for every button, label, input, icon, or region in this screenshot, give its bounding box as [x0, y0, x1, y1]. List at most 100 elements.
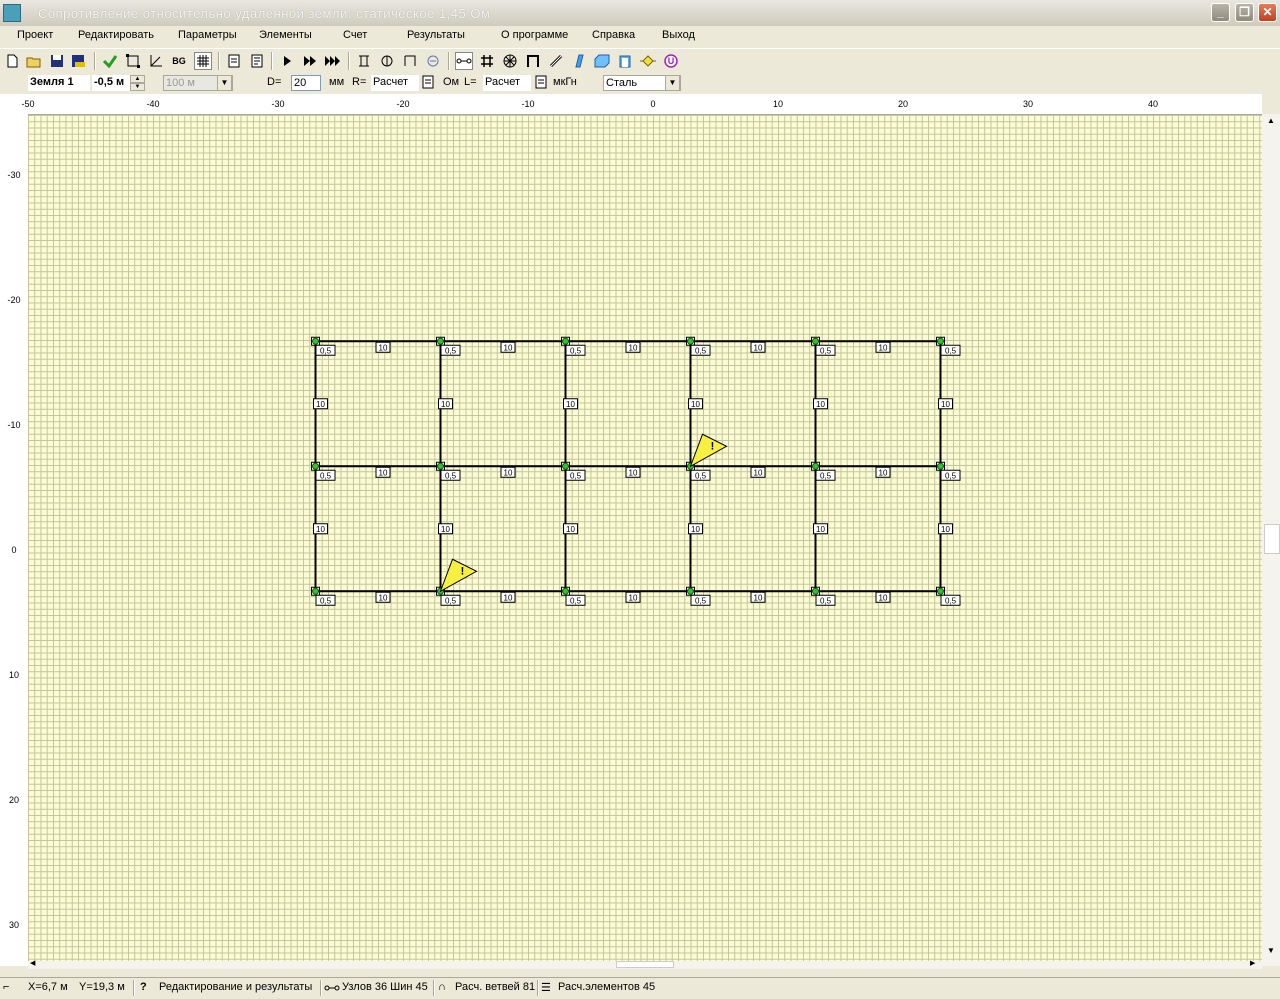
node-marker[interactable]	[812, 587, 819, 595]
node-depth-label: 0,5	[320, 471, 332, 480]
nodes-icon	[324, 983, 340, 995]
r-calc-icon[interactable]	[420, 74, 436, 90]
scroll-down-arrow[interactable]: ▼	[1264, 946, 1278, 960]
select-frame-icon[interactable]	[124, 52, 142, 70]
arch-icon[interactable]	[524, 52, 542, 70]
tool-2-icon[interactable]	[378, 52, 396, 70]
node-marker[interactable]	[687, 587, 694, 595]
horizontal-scroll-thumb[interactable]	[616, 961, 674, 968]
segment-length-label: 10	[629, 343, 638, 352]
node-marker[interactable]	[812, 337, 819, 345]
segment-length-label: 10	[504, 468, 513, 477]
length-combo-arrow[interactable]: ▼	[217, 75, 232, 91]
page-icon[interactable]	[225, 52, 243, 70]
node-marker[interactable]	[562, 587, 569, 595]
h-ruler-label: 0	[650, 99, 655, 109]
scroll-left-arrow[interactable]: ◀	[30, 959, 35, 967]
node-marker[interactable]	[937, 587, 944, 595]
depth-up-button[interactable]: ▲	[130, 75, 145, 83]
node-marker[interactable]	[437, 462, 444, 470]
node-marker[interactable]	[312, 587, 319, 595]
save-icon[interactable]	[48, 52, 66, 70]
cable-icon[interactable]	[547, 52, 565, 70]
node-marker[interactable]	[562, 337, 569, 345]
menu-edit[interactable]: Редактировать	[78, 29, 154, 41]
menu-calc[interactable]: Счет	[343, 29, 367, 41]
bg-icon[interactable]: BG	[170, 52, 188, 70]
grid-icon[interactable]	[194, 52, 212, 70]
menu-parameters[interactable]: Параметры	[178, 29, 237, 41]
close-button[interactable]: ✕	[1258, 3, 1277, 22]
add-node-icon[interactable]	[101, 52, 119, 70]
node-marker[interactable]	[312, 337, 319, 345]
node-marker[interactable]	[687, 337, 694, 345]
warning-marker[interactable]	[439, 558, 478, 593]
node-depth-label: 0,5	[945, 346, 957, 355]
l-calc-icon[interactable]	[533, 74, 549, 90]
segment-length-label: 10	[941, 400, 950, 409]
segment-length-label: 10	[379, 343, 388, 352]
vertical-scrollbar[interactable]: ▲ ▼	[1262, 114, 1280, 966]
tool-4-icon[interactable]	[424, 52, 442, 70]
menu-exit[interactable]: Выход	[662, 29, 695, 41]
menu-about[interactable]: О программе	[501, 29, 568, 41]
menu-project[interactable]: Проект	[17, 29, 53, 41]
u-icon[interactable]: U	[662, 52, 680, 70]
snowflake-icon[interactable]	[501, 52, 519, 70]
page-text-icon[interactable]	[248, 52, 266, 70]
status-elements: Расч.элементов 45	[558, 981, 656, 993]
segment-length-label: 10	[504, 343, 513, 352]
d-value-field[interactable]: 20	[291, 75, 321, 91]
run-icon[interactable]	[278, 52, 296, 70]
d-unit-label: мм	[329, 76, 345, 88]
app-icon[interactable]	[3, 4, 21, 22]
new-icon[interactable]	[3, 52, 21, 70]
horizontal-scrollbar[interactable]: ◀ ▶	[28, 959, 1262, 969]
scroll-up-arrow[interactable]: ▲	[1264, 116, 1278, 130]
node-icon[interactable]	[639, 52, 657, 70]
save-as-icon[interactable]	[70, 52, 88, 70]
tool-3-icon[interactable]	[401, 52, 419, 70]
tool-1-icon[interactable]	[355, 52, 373, 70]
run-all-icon[interactable]	[324, 52, 342, 70]
maximize-button[interactable]: ❐	[1235, 3, 1254, 22]
drawing-canvas[interactable]: 10 10 10 10 10 10 10 10 10 10 10 10 10 10 10 10 10 10 10 10…	[28, 115, 1262, 961]
axes-icon[interactable]	[147, 52, 165, 70]
h-ruler-label: -30	[271, 99, 284, 109]
v-ruler-label: -10	[7, 420, 20, 430]
l-value-field[interactable]: Расчет	[483, 75, 531, 91]
node-marker[interactable]	[312, 462, 319, 470]
window-title: Сопротивление относительно удаленной зем…	[38, 6, 491, 21]
run-fast-icon[interactable]	[301, 52, 319, 70]
node-marker[interactable]	[812, 462, 819, 470]
plane-icon[interactable]	[570, 52, 588, 70]
warning-marker[interactable]	[689, 433, 728, 468]
node-depth-label: 0,5	[570, 596, 582, 605]
r-label: R=	[352, 76, 367, 88]
menu-help[interactable]: Справка	[592, 29, 635, 41]
segment-length-label: 10	[879, 593, 888, 602]
node-depth-label: 0,5	[820, 596, 832, 605]
node-marker[interactable]	[562, 462, 569, 470]
node-marker[interactable]	[937, 337, 944, 345]
status-help-icon[interactable]: ?	[140, 981, 147, 993]
connect-icon[interactable]	[455, 52, 473, 70]
node-marker[interactable]	[437, 337, 444, 345]
minimize-button[interactable]: _	[1211, 3, 1230, 22]
segment-length-label: 10	[316, 400, 325, 409]
material-combo-arrow[interactable]: ▼	[665, 75, 680, 91]
layer-field[interactable]: Земля 1	[28, 75, 90, 91]
mesh-icon[interactable]	[478, 52, 496, 70]
depth-field[interactable]: -0,5 м	[92, 75, 130, 91]
node-marker[interactable]	[937, 462, 944, 470]
box-icon[interactable]	[593, 52, 611, 70]
depth-down-button[interactable]: ▼	[130, 83, 145, 91]
menu-results[interactable]: Результаты	[407, 29, 465, 41]
cylinder-icon[interactable]	[616, 52, 634, 70]
vertical-scroll-thumb[interactable]	[1264, 524, 1280, 554]
scroll-right-arrow[interactable]: ▶	[1250, 959, 1255, 967]
open-icon[interactable]	[25, 52, 43, 70]
r-value-field[interactable]: Расчет	[371, 75, 419, 91]
menu-elements[interactable]: Элементы	[259, 29, 312, 41]
node-depth-label: 0,5	[820, 346, 832, 355]
